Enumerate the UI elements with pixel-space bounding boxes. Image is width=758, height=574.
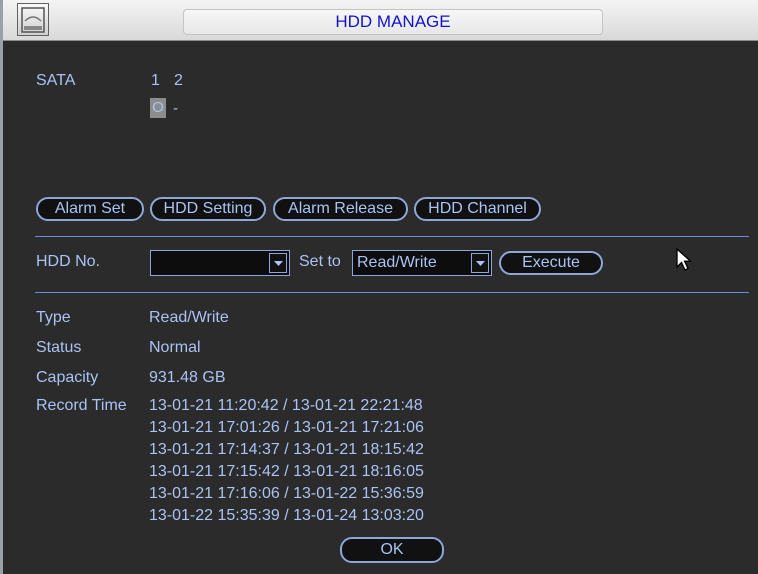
hdd-no-label: HDD No. — [36, 253, 101, 270]
sata-port-2-status[interactable]: - — [173, 100, 178, 117]
alarm-release-button[interactable]: Alarm Release — [273, 197, 408, 221]
divider-bottom — [35, 292, 749, 293]
hdd-icon — [17, 3, 49, 36]
capacity-value: 931.48 GB — [149, 369, 226, 386]
record-time-label: Record Time — [36, 397, 127, 414]
sata-port-1: 1 — [151, 72, 160, 89]
status-value: Normal — [149, 339, 201, 356]
sata-port-2: 2 — [174, 72, 183, 89]
set-to-select[interactable]: Read/Write — [352, 250, 492, 276]
record-time-entry: 13-01-21 17:15:42 / 13-01-21 18:16:05 — [149, 463, 424, 480]
mouse-cursor-icon — [676, 247, 693, 277]
status-label: Status — [36, 339, 82, 356]
divider-top — [35, 236, 749, 237]
record-time-entry: 13-01-21 17:16:06 / 13-01-22 15:36:59 — [149, 485, 424, 502]
hdd-channel-button[interactable]: HDD Channel — [414, 197, 541, 221]
execute-button[interactable]: Execute — [499, 251, 603, 275]
record-time-entry: 13-01-21 11:20:42 / 13-01-21 22:21:48 — [149, 397, 423, 414]
window-title: HDD MANAGE — [183, 9, 603, 35]
record-time-clip: 13-01-22 15:35:39 / 13-01-24 13:03:20 — [149, 507, 469, 524]
title-bar: HDD MANAGE — [3, 0, 758, 41]
sata-label: SATA — [36, 72, 76, 89]
hdd-setting-button[interactable]: HDD Setting — [150, 197, 266, 221]
chevron-down-icon[interactable] — [269, 253, 287, 273]
record-time-entry: 13-01-22 15:35:39 / 13-01-24 13:03:20 — [149, 507, 424, 524]
ok-button[interactable]: OK — [340, 537, 444, 563]
capacity-label: Capacity — [36, 369, 99, 386]
record-time-entry: 13-01-21 17:14:37 / 13-01-21 18:15:42 — [149, 441, 424, 458]
type-value: Read/Write — [149, 309, 229, 326]
chevron-down-icon[interactable] — [471, 253, 489, 273]
alarm-set-button[interactable]: Alarm Set — [36, 197, 144, 221]
set-to-value: Read/Write — [357, 254, 437, 271]
hdd-manage-window: HDD MANAGE SATA 1 2 O - Alarm Set HDD Se… — [0, 0, 758, 574]
hdd-no-select[interactable] — [150, 250, 290, 276]
type-label: Type — [36, 309, 71, 326]
set-to-label: Set to — [299, 253, 341, 270]
record-time-entry: 13-01-21 17:01:26 / 13-01-21 17:21:06 — [149, 419, 424, 436]
sata-port-1-status[interactable]: O — [150, 98, 166, 118]
